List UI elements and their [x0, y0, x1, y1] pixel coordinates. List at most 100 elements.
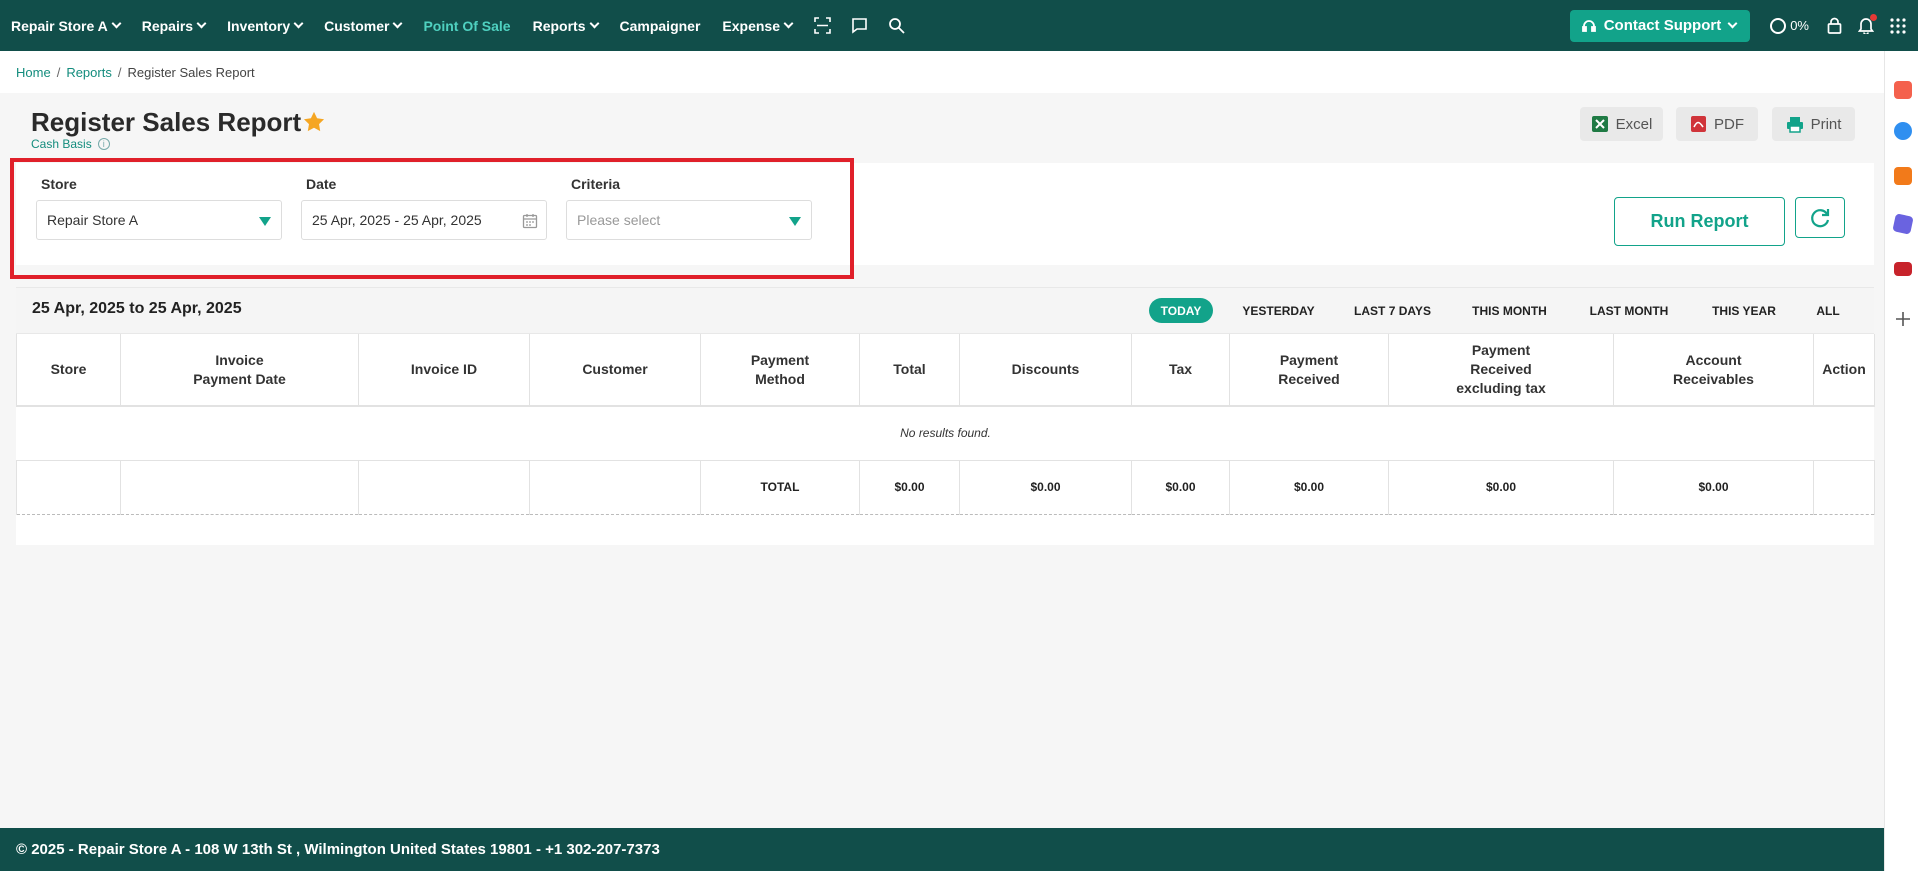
nav-label: Reports — [532, 17, 586, 34]
nav-label: Expense — [722, 17, 781, 34]
tag-icon[interactable] — [1892, 213, 1914, 235]
nav-label: Customer — [324, 17, 390, 34]
search-icon[interactable] — [888, 17, 905, 34]
excel-export-button[interactable]: Excel — [1580, 107, 1663, 141]
totals-total: $0.00 — [859, 460, 960, 515]
col-tax[interactable]: Tax — [1131, 334, 1230, 407]
chevron-down-icon — [589, 18, 599, 29]
breadcrumb-reports[interactable]: Reports — [66, 65, 112, 80]
cash-basis-label: Cash Basis i — [31, 137, 110, 151]
filter-yesterday[interactable]: YESTERDAY — [1236, 298, 1321, 323]
col-total[interactable]: Total — [859, 334, 960, 407]
totals-cell-empty — [16, 460, 121, 515]
contact-support-button[interactable]: Contact Support — [1569, 9, 1751, 42]
chat-icon[interactable] — [851, 17, 868, 34]
col-customer[interactable]: Customer — [529, 334, 701, 407]
setup-progress[interactable]: 0% — [1770, 17, 1809, 34]
nav-label: Inventory — [227, 17, 291, 34]
chevron-down-icon — [111, 18, 122, 29]
filter-today[interactable]: TODAY — [1149, 298, 1213, 323]
col-discounts[interactable]: Discounts — [959, 334, 1132, 407]
plus-icon[interactable] — [1893, 309, 1913, 329]
chevron-down-icon — [783, 18, 794, 29]
col-action: Action — [1813, 334, 1875, 407]
totals-payment-received: $0.00 — [1229, 460, 1389, 515]
pdf-icon — [1691, 116, 1706, 132]
totals-label: TOTAL — [700, 460, 860, 515]
totals-payment-received-ex-tax: $0.00 — [1388, 460, 1614, 515]
nav-repairs[interactable]: Repairs — [141, 17, 207, 34]
nav-campaigner[interactable]: Campaigner — [620, 18, 701, 34]
footer-text: © 2025 - Repair Store A - 108 W 13th St … — [16, 841, 660, 858]
filter-all[interactable]: ALL — [1810, 298, 1846, 323]
headset-icon — [1581, 19, 1596, 32]
filter-this-month[interactable]: THIS MONTH — [1466, 298, 1553, 323]
nav-inventory[interactable]: Inventory — [227, 17, 304, 34]
printer-icon — [1786, 116, 1803, 133]
favorite-star-icon[interactable] — [303, 111, 325, 135]
excel-icon — [1591, 116, 1608, 132]
cash-basis-text: Cash Basis — [31, 137, 92, 151]
nav-reports[interactable]: Reports — [532, 17, 599, 34]
progress-ring-icon — [1770, 17, 1787, 34]
filter-highlight-box — [10, 158, 854, 279]
right-side-rail — [1884, 51, 1918, 871]
chevron-down-icon — [393, 18, 403, 29]
col-payment-received-ex-tax[interactable]: Payment Received excluding tax — [1388, 334, 1614, 407]
gift-icon[interactable] — [1894, 81, 1912, 99]
note-icon[interactable] — [1894, 167, 1912, 185]
page-title: Register Sales Report — [31, 107, 302, 137]
nav-store-switcher[interactable]: Repair Store A — [11, 17, 122, 34]
col-invoice-payment-date[interactable]: Invoice Payment Date — [120, 334, 359, 407]
report-date-range: 25 Apr, 2025 to 25 Apr, 2025 — [32, 300, 242, 317]
breadcrumb-home[interactable]: Home — [16, 65, 51, 80]
report-table: Store Invoice Payment Date Invoice ID Cu… — [16, 334, 1875, 515]
progress-value: 0% — [1790, 18, 1809, 33]
breadcrumb-separator: / — [117, 64, 122, 80]
nav-customer[interactable]: Customer — [324, 17, 403, 34]
breadcrumb: Home / Reports / Register Sales Report — [0, 51, 1884, 93]
totals-cell-empty — [358, 460, 530, 515]
totals-cell-empty — [120, 460, 359, 515]
notification-dot — [1870, 14, 1877, 21]
info-icon[interactable]: i — [97, 138, 110, 150]
lock-icon[interactable] — [1827, 17, 1842, 34]
run-report-button[interactable]: Run Report — [1614, 197, 1785, 246]
nav-point-of-sale[interactable]: Point Of Sale — [423, 18, 510, 34]
totals-row: TOTAL $0.00 $0.00 $0.00 $0.00 $0.00 $0.0… — [16, 460, 1875, 515]
no-results-message: No results found. — [16, 406, 1875, 461]
col-account-receivables[interactable]: Account Receivables — [1613, 334, 1814, 407]
scan-icon[interactable] — [814, 17, 831, 34]
filter-last-month[interactable]: LAST MONTH — [1584, 298, 1674, 323]
empty-row: No results found. — [16, 406, 1875, 461]
totals-tax: $0.00 — [1131, 460, 1230, 515]
contact-support-label: Contact Support — [1603, 17, 1722, 34]
chevron-down-icon — [1727, 18, 1738, 29]
nav-expense[interactable]: Expense — [722, 17, 794, 34]
chevron-down-icon — [196, 18, 207, 29]
print-button[interactable]: Print — [1772, 107, 1855, 141]
chevron-down-icon — [293, 18, 304, 29]
filter-this-year[interactable]: THIS YEAR — [1704, 298, 1784, 323]
top-nav: Repair Store A Repairs Inventory Custome… — [0, 0, 1918, 51]
nav-right-group: Contact Support 0% — [1569, 0, 1918, 51]
filter-last-7-days[interactable]: LAST 7 DAYS — [1349, 298, 1436, 323]
breadcrumb-separator: / — [56, 64, 61, 80]
nav-label: Point Of Sale — [423, 17, 511, 34]
chat-bubble-icon[interactable] — [1894, 122, 1912, 140]
col-invoice-id[interactable]: Invoice ID — [358, 334, 530, 407]
card-icon[interactable] — [1894, 262, 1912, 276]
refresh-button[interactable] — [1795, 197, 1845, 238]
col-payment-method[interactable]: Payment Method — [700, 334, 860, 407]
breadcrumb-current: Register Sales Report — [127, 64, 255, 80]
col-store[interactable]: Store — [16, 334, 121, 407]
totals-account-receivables: $0.00 — [1613, 460, 1814, 515]
bell-icon[interactable] — [1858, 14, 1877, 34]
print-label: Print — [1810, 115, 1842, 133]
apps-grid-icon[interactable] — [1890, 17, 1906, 34]
footer: © 2025 - Repair Store A - 108 W 13th St … — [0, 828, 1884, 871]
col-payment-received[interactable]: Payment Received — [1229, 334, 1389, 407]
nav-label: Repair Store A — [11, 17, 108, 34]
pdf-export-button[interactable]: PDF — [1676, 107, 1758, 141]
nav-label: Repairs — [141, 17, 194, 34]
